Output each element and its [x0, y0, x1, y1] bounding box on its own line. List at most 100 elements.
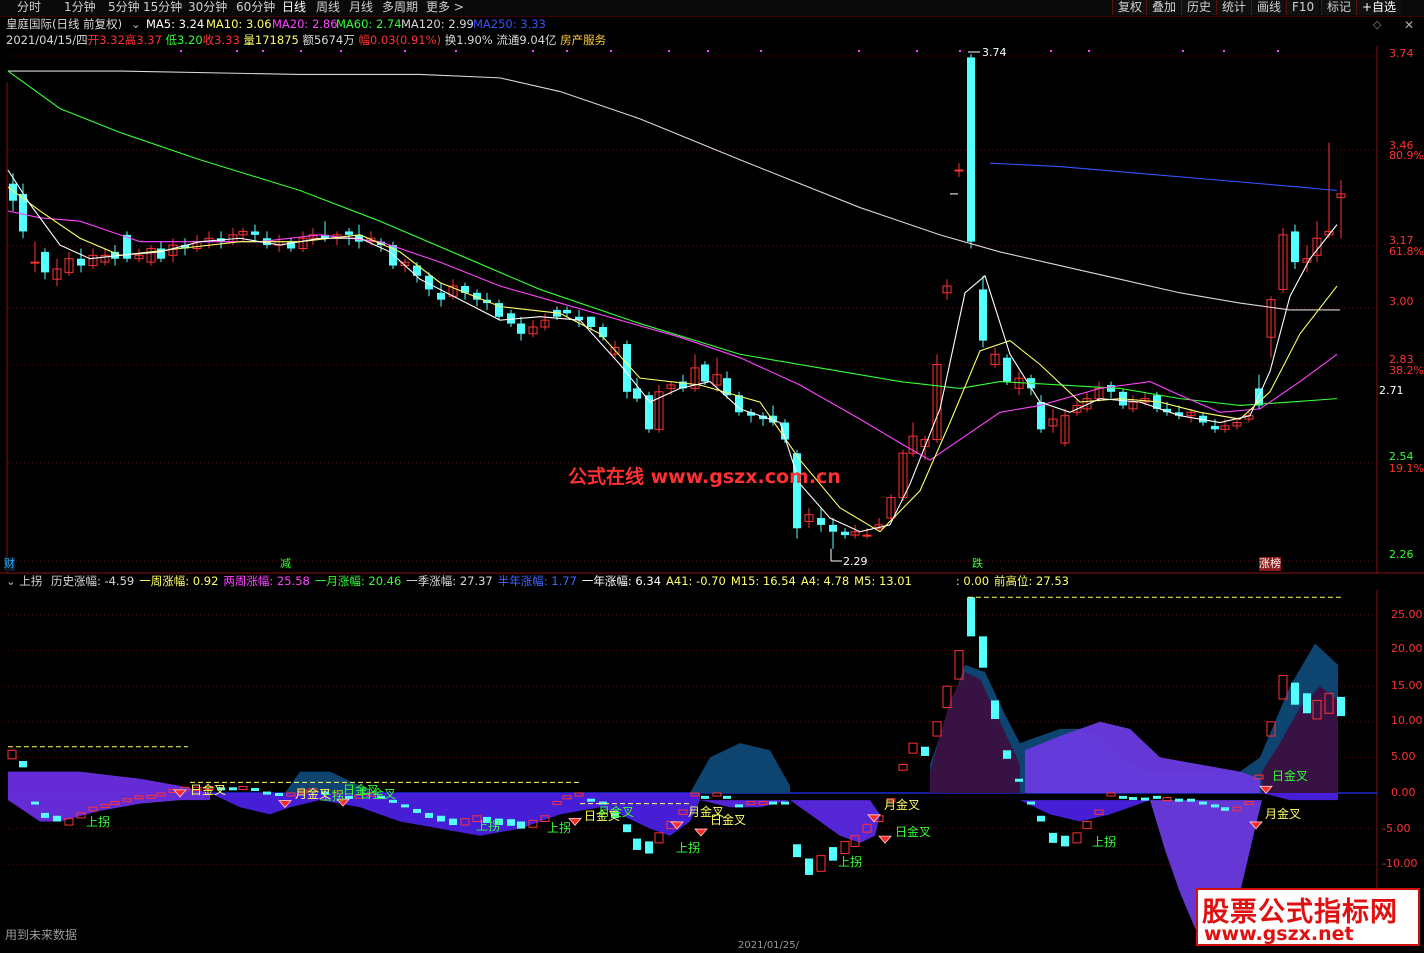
candlestick-chart[interactable]: 3.74 2.29	[0, 16, 1424, 574]
purple-area	[1262, 793, 1338, 801]
price-top-dot	[916, 50, 918, 52]
period-tab-weekly[interactable]: 周线	[316, 0, 340, 15]
indicator-item: 一月涨幅: 20.46	[314, 574, 402, 588]
ma120-line	[8, 70, 1340, 311]
indicator-item: M5: 13.01	[854, 574, 912, 588]
signal-label: 日金叉	[1272, 768, 1308, 783]
price-top-dot	[1223, 50, 1225, 52]
price-top-dot	[1182, 50, 1184, 52]
candle-body	[1003, 357, 1011, 382]
indicator-bar	[967, 597, 975, 637]
indicator-bar	[1061, 835, 1069, 847]
indicator-bar	[623, 824, 631, 833]
period-tab-multi[interactable]: 多周期	[382, 0, 418, 15]
draw-button[interactable]: 画线	[1251, 0, 1287, 15]
indicator-bar	[263, 791, 271, 795]
indicator-bar	[1082, 820, 1092, 830]
indicator-bar	[507, 819, 515, 826]
indicator-bar	[1129, 796, 1137, 800]
overlay-button[interactable]: 叠加	[1146, 0, 1182, 15]
low-annotation: 2.29	[843, 555, 868, 568]
indicator-axis-label: 0.00	[1391, 786, 1416, 799]
indicator-bar	[1162, 797, 1172, 802]
indicator-bar	[1141, 797, 1149, 801]
indicator-bar	[425, 812, 433, 818]
indicator-bar	[229, 787, 237, 791]
indicator-name: 上拐	[19, 574, 43, 588]
diamond-signal-icon	[694, 828, 708, 837]
signal-label: 上拐	[547, 820, 571, 835]
signal-label: 日金叉	[895, 824, 931, 839]
fuquan-button[interactable]: 复权	[1112, 0, 1148, 15]
marker-jian[interactable]: 减	[280, 557, 291, 571]
stats-button[interactable]: 统计	[1216, 0, 1252, 15]
high-annotation: 3.74	[982, 46, 1007, 59]
period-toolbar: 分时 1分钟 5分钟 15分钟 30分钟 60分钟 日线 周线 月线 多周期 更…	[0, 0, 1424, 17]
indicator-bar	[1049, 832, 1057, 843]
period-tab-30min[interactable]: 30分钟	[188, 0, 227, 15]
footer-date: 2021/01/25/	[738, 940, 800, 951]
marker-die[interactable]: 跌	[972, 557, 983, 571]
indicator-item: 一季涨幅: 27.37	[406, 574, 493, 588]
brand-watermark: 股票公式指标网 www.gszx.net	[1196, 888, 1420, 946]
indicator-bar	[41, 812, 49, 818]
period-tab-daily[interactable]: 日线	[282, 0, 306, 15]
price-top-dot	[1050, 50, 1052, 52]
signal-label: 上拐	[1092, 834, 1116, 849]
candle-body	[1291, 231, 1299, 263]
period-tab-fenshi[interactable]: 分时	[17, 0, 41, 15]
indicator-item: 一年涨幅: 6.34	[581, 574, 662, 588]
period-tab-60min[interactable]: 60分钟	[236, 0, 275, 15]
history-button[interactable]: 历史	[1181, 0, 1217, 15]
period-tab-5min[interactable]: 5分钟	[108, 0, 140, 15]
price-top-dot	[455, 50, 457, 52]
price-axis-label: 80.9%	[1389, 149, 1424, 162]
mark-button[interactable]: 标记	[1321, 0, 1357, 15]
future-data-note: 用到未来数据	[5, 928, 78, 942]
indicator-item: 两周涨幅: 25.58	[223, 574, 310, 588]
period-tab-monthly[interactable]: 月线	[349, 0, 373, 15]
add-favorite-button[interactable]: +自选	[1356, 0, 1402, 15]
candle-body	[967, 57, 975, 242]
candle-body	[979, 289, 987, 341]
candle-body	[817, 518, 825, 525]
candle-body	[30, 261, 40, 264]
candle-body	[623, 344, 631, 392]
indicator-axis-label: -10.00	[1382, 857, 1418, 870]
indicator-bar	[1003, 750, 1011, 759]
price-axis-label: 2.26	[1389, 548, 1414, 561]
signal-label: 上拐	[476, 818, 500, 833]
price-axis-label: 61.8%	[1389, 245, 1424, 258]
price-top-dot	[340, 50, 342, 52]
signal-label: 日金叉	[360, 786, 396, 801]
marker-cai[interactable]: 财	[4, 557, 15, 571]
indicator-bar	[701, 795, 709, 799]
indicator-bar	[275, 793, 283, 796]
signal-label: 上拐	[320, 788, 344, 803]
indicator-bar	[1278, 675, 1288, 700]
signal-label: 月金叉	[1265, 806, 1301, 821]
price-top-dot	[262, 50, 264, 52]
marker-zhangbang[interactable]: 涨榜	[1259, 557, 1281, 571]
candle-body	[841, 531, 849, 536]
candle-body	[599, 326, 607, 338]
brand-watermark-url: www.gszx.net	[1204, 923, 1354, 945]
indicator-dropdown-icon[interactable]: ⌄	[6, 574, 16, 588]
period-tab-more[interactable]: 更多 >	[426, 0, 464, 15]
indicator-bar	[251, 788, 259, 792]
indicator-bar	[449, 818, 457, 826]
indicator-bar	[1221, 807, 1229, 811]
candle-body	[1211, 425, 1219, 430]
indicator-item: 历史涨幅: -4.59	[50, 574, 135, 588]
candle-body	[345, 231, 353, 235]
price-top-dot	[532, 50, 534, 52]
signal-label: 月金叉	[598, 804, 634, 819]
signal-label: 月金叉	[884, 797, 920, 812]
period-tab-1min[interactable]: 1分钟	[64, 0, 96, 15]
indicator-axis-label: 5.00	[1391, 750, 1416, 763]
indicator-bar	[1027, 801, 1035, 805]
price-axis-label: 19.1%	[1389, 462, 1424, 475]
f10-button[interactable]: F10	[1286, 0, 1320, 15]
candle-body	[251, 231, 259, 235]
period-tab-15min[interactable]: 15分钟	[143, 0, 182, 15]
